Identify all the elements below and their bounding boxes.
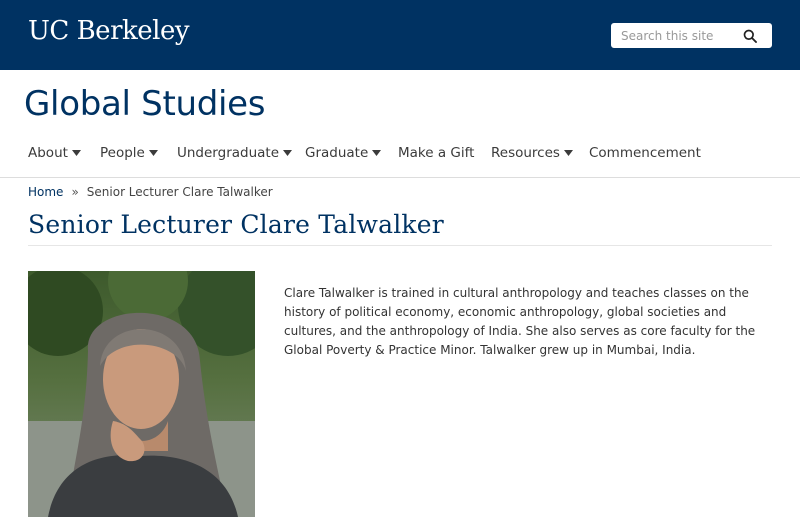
nav-item-label: Commencement [589,145,701,161]
bio-text: Clare Talwalker is trained in cultural a… [284,286,756,357]
uc-berkeley-logo[interactable]: UC Berkeley [28,16,190,46]
site-title[interactable]: Global Studies [24,84,266,124]
nav-item-label: About [28,145,68,161]
nav-item-commencement[interactable]: Commencement [589,145,701,161]
site-search [611,23,772,48]
caret-down-icon [283,150,293,156]
main-nav: About People Undergraduate Graduate Make… [0,137,800,178]
caret-down-icon [148,150,158,156]
caret-down-icon [563,150,573,156]
profile-photo [28,271,255,517]
caret-down-icon [372,150,382,156]
nav-item-people[interactable]: People [100,145,158,161]
nav-item-undergraduate[interactable]: Undergraduate [177,145,293,161]
nav-item-resources[interactable]: Resources [491,145,573,161]
nav-item-label: Resources [491,145,560,161]
nav-item-about[interactable]: About [28,145,81,161]
page-title: Senior Lecturer Clare Talwalker [28,210,444,239]
breadcrumb-home-link[interactable]: Home [28,185,63,199]
nav-item-graduate[interactable]: Graduate [305,145,382,161]
nav-item-label: Undergraduate [177,145,280,161]
search-input[interactable] [612,24,746,47]
breadcrumb-current: Senior Lecturer Clare Talwalker [86,185,273,199]
nav-item-label: Graduate [305,145,369,161]
title-divider [28,245,772,246]
caret-down-icon [71,150,81,156]
nav-item-label: Make a Gift [398,145,475,161]
top-bar: UC Berkeley [0,0,800,70]
breadcrumb-separator: » [71,185,79,199]
nav-item-make-a-gift[interactable]: Make a Gift [398,145,474,161]
nav-item-label: People [100,145,145,161]
search-icon[interactable] [743,29,757,43]
breadcrumb: Home » Senior Lecturer Clare Talwalker [28,185,273,199]
